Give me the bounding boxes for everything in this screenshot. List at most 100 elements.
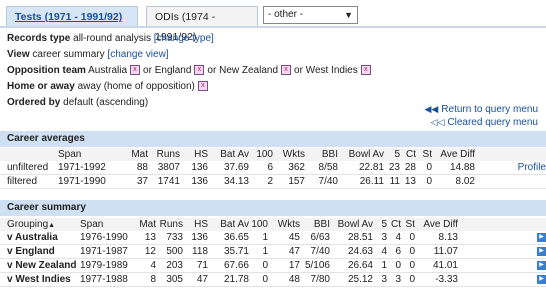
cell-span: 1971-1990 bbox=[58, 176, 106, 187]
cell-bbi: 5/106 bbox=[304, 260, 330, 271]
cell-st: 0 bbox=[409, 246, 415, 257]
cell-grouping: v West Indies bbox=[7, 274, 71, 285]
col-header-blank bbox=[458, 218, 546, 231]
remove-australia-icon[interactable]: x bbox=[130, 64, 141, 75]
cell-ave-diff: 41.01 bbox=[432, 260, 458, 271]
other-format-select[interactable]: - other - ▼ bbox=[263, 6, 358, 24]
cell-5: 1 bbox=[381, 260, 387, 271]
profile-cell: Profile bbox=[475, 161, 546, 175]
remove-west-indies-icon[interactable]: x bbox=[360, 64, 371, 75]
play-arrow-icon[interactable]: ▶ bbox=[537, 260, 546, 270]
career-summary-title: Career summary bbox=[0, 200, 546, 216]
cell-runs: 305 bbox=[166, 274, 183, 285]
remove-england-icon[interactable]: x bbox=[194, 64, 205, 75]
cell-mat: 12 bbox=[144, 246, 156, 257]
change-type-link[interactable]: [change type] bbox=[154, 33, 214, 44]
play-cell: ▶ bbox=[458, 245, 546, 259]
col-header-runs: Runs bbox=[159, 219, 183, 230]
cell-ave-diff: -3.33 bbox=[435, 274, 458, 285]
return-links: ◀◀ Return to query menu ◁◁ Cleared query m… bbox=[424, 103, 538, 129]
cell-wkts: 362 bbox=[288, 162, 305, 173]
cell-100: 2 bbox=[267, 176, 273, 187]
cell-grouping: v England bbox=[7, 246, 55, 257]
cell-runs: 203 bbox=[166, 260, 183, 271]
cell-extra bbox=[475, 175, 546, 189]
cell-ave-diff: 11.07 bbox=[433, 246, 458, 257]
cell-bowl-av: 26.64 bbox=[347, 260, 373, 271]
cell-grouping: v Australia bbox=[7, 232, 58, 243]
cell-ct: 4 bbox=[395, 232, 401, 243]
home-away-value: away (home of opposition) bbox=[77, 81, 195, 92]
tab-odis[interactable]: ODIs (1974 - 1991/92) bbox=[146, 6, 258, 43]
cell-hs: 136 bbox=[191, 162, 208, 173]
cell-label: unfiltered bbox=[7, 162, 49, 173]
return-query-menu-row: ◀◀ Return to query menu bbox=[424, 103, 538, 116]
return-query-menu-link[interactable]: Return to query menu bbox=[441, 104, 538, 115]
cell-ave-diff: 14.88 bbox=[449, 162, 475, 173]
cell-mat: 4 bbox=[150, 260, 156, 271]
cell-bat-av: 21.78 bbox=[223, 274, 249, 285]
cell-hs: 136 bbox=[191, 176, 208, 187]
table-row: v West Indies 1977-1988 8 305 47 21.78 0… bbox=[0, 273, 546, 287]
grouping-header-label: Grouping bbox=[7, 219, 49, 230]
cleared-query-menu-link[interactable]: Cleared query menu bbox=[447, 117, 538, 128]
cell-bbi: 7/80 bbox=[310, 274, 330, 285]
cell-bbi: 8/58 bbox=[318, 162, 338, 173]
table-row: v Australia 1976-1990 13 733 136 36.65 1… bbox=[0, 231, 546, 245]
remove-home-away-icon[interactable]: x bbox=[197, 80, 208, 91]
ordered-by-line: Ordered by default (ascending) bbox=[7, 95, 374, 111]
cell-st: 0 bbox=[426, 162, 432, 173]
cell-bowl-av: 25.12 bbox=[347, 274, 373, 285]
profile-link[interactable]: Profile bbox=[518, 162, 546, 173]
cell-bat-av: 35.71 bbox=[223, 246, 249, 257]
cell-ct: 6 bbox=[395, 246, 401, 257]
cell-label: filtered bbox=[7, 176, 38, 187]
play-arrow-icon[interactable]: ▶ bbox=[537, 246, 546, 256]
records-type-label: Records type bbox=[7, 33, 71, 44]
opposition-west-indies: or West Indies bbox=[294, 65, 358, 76]
cell-ct: 28 bbox=[404, 162, 416, 173]
play-cell: ▶ bbox=[458, 259, 546, 273]
home-away-line: Home or away away (home of opposition) x bbox=[7, 79, 374, 95]
tab-tests[interactable]: Tests (1971 - 1991/92) bbox=[6, 6, 138, 26]
ordered-by-label: Ordered by bbox=[7, 97, 61, 108]
cell-100: 6 bbox=[267, 162, 273, 173]
cell-span: 1971-1987 bbox=[80, 246, 128, 257]
cell-wkts: 45 bbox=[288, 232, 300, 243]
cell-100: 0 bbox=[262, 260, 268, 271]
remove-new-zealand-icon[interactable]: x bbox=[281, 64, 292, 75]
career-summary-header: Grouping▲ Span Mat Runs HS Bat Av 100 Wk… bbox=[0, 218, 546, 231]
col-header-bowl-av: Bowl Av bbox=[337, 219, 373, 230]
career-averages-header: Span Mat Runs HS Bat Av 100 Wkts BBI Bow… bbox=[0, 148, 546, 161]
col-header-bat-av: Bat Av bbox=[220, 149, 249, 160]
play-arrow-icon[interactable]: ▶ bbox=[537, 232, 546, 242]
cell-mat: 37 bbox=[136, 176, 148, 187]
cell-100: 0 bbox=[262, 274, 268, 285]
cell-span: 1979-1989 bbox=[80, 260, 128, 271]
cell-bowl-av: 26.11 bbox=[359, 176, 384, 187]
view-value: career summary bbox=[32, 49, 105, 60]
cell-span: 1971-1992 bbox=[58, 162, 106, 173]
col-header-bbi: BBI bbox=[321, 149, 338, 160]
tab-divider bbox=[0, 26, 546, 28]
sort-ascending-icon: ▲ bbox=[48, 222, 56, 229]
cell-span: 1976-1990 bbox=[80, 232, 128, 243]
col-header-grouping[interactable]: Grouping▲ bbox=[0, 218, 80, 231]
col-header-100: 100 bbox=[256, 149, 273, 160]
col-header-bat-av: Bat Av bbox=[220, 219, 249, 230]
col-header-5: 5 bbox=[381, 219, 387, 230]
table-row: filtered 1971-1990 37 1741 136 34.13 2 1… bbox=[0, 175, 546, 189]
table-row: v England 1971-1987 12 500 118 35.71 1 4… bbox=[0, 245, 546, 259]
cell-wkts: 157 bbox=[288, 176, 305, 187]
col-header-wkts: Wkts bbox=[277, 219, 300, 230]
cell-100: 1 bbox=[262, 232, 268, 243]
cell-wkts: 17 bbox=[288, 260, 300, 271]
cell-grouping: v New Zealand bbox=[7, 260, 77, 271]
cell-span: 1977-1988 bbox=[80, 274, 128, 285]
play-arrow-icon[interactable]: ▶ bbox=[537, 274, 546, 284]
cell-hs: 71 bbox=[196, 260, 208, 271]
change-view-link[interactable]: [change view] bbox=[107, 49, 168, 60]
cell-bbi: 6/63 bbox=[310, 232, 330, 243]
cell-bbi: 7/40 bbox=[310, 246, 330, 257]
cell-5: 3 bbox=[381, 274, 387, 285]
